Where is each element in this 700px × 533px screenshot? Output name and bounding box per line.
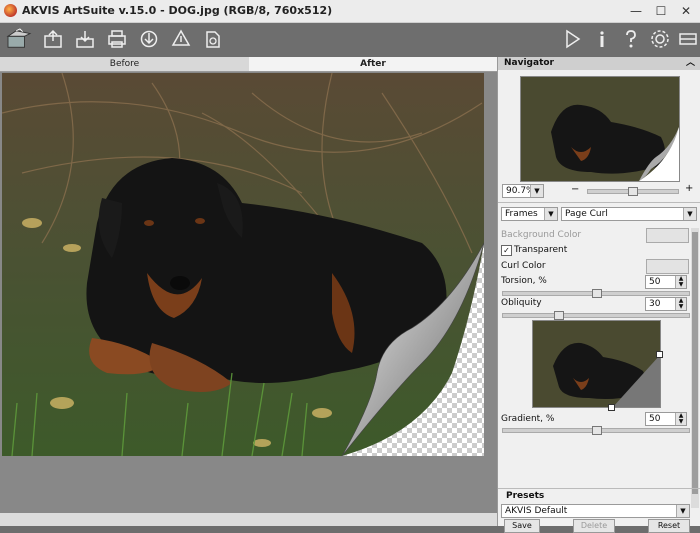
open-icon[interactable] [41, 27, 65, 51]
background-color-label: Background Color [501, 230, 582, 240]
navigator-header: Navigator ︿ [498, 57, 700, 70]
navigator-preview[interactable] [520, 76, 680, 182]
chevron-down-icon: ▼ [544, 208, 557, 220]
plugin-icon[interactable] [201, 27, 225, 51]
zoom-field[interactable]: 90.7% ▼ [502, 184, 544, 198]
title-bar: AKVIS ArtSuite v.15.0 - DOG.jpg (RGB/8, … [0, 0, 700, 23]
curl-preview[interactable] [532, 320, 661, 408]
info-icon[interactable] [590, 27, 614, 51]
presets-title: Presets [506, 491, 545, 501]
batch-icon[interactable] [169, 27, 193, 51]
window-title: AKVIS ArtSuite v.15.0 - DOG.jpg (RGB/8, … [22, 4, 333, 17]
zoom-slider[interactable] [587, 187, 679, 196]
gradient-input[interactable]: 50 ▲ ▼ [645, 412, 687, 426]
chevron-down-icon: ▼ [683, 208, 696, 220]
spin-arrows-icon[interactable]: ▲ ▼ [675, 298, 686, 310]
minimize-button[interactable]: — [628, 3, 644, 19]
background-color-swatch[interactable] [646, 228, 689, 243]
obliquity-slider[interactable] [502, 311, 690, 320]
tab-before[interactable]: Before [0, 57, 249, 71]
maximize-button[interactable]: ☐ [653, 3, 669, 19]
toolbar [0, 23, 700, 56]
gradient-slider[interactable] [502, 426, 690, 435]
zoom-in-button[interactable]: + [685, 183, 693, 194]
app-icon [4, 4, 17, 17]
collapse-chevron-icon[interactable]: ︿ [686, 57, 695, 70]
image-canvas[interactable] [2, 73, 484, 456]
print-icon[interactable] [105, 27, 129, 51]
right-panel: Navigator ︿ 90.7% ▼ − + Frames ▼ Page Curl… [497, 57, 700, 533]
save-preset-button[interactable]: Save [504, 519, 540, 533]
zoom-out-button[interactable]: − [571, 184, 579, 195]
run-icon[interactable] [560, 27, 584, 51]
collapse-icon[interactable] [676, 27, 700, 51]
transparent-checkbox[interactable]: ✓ [501, 245, 512, 256]
navigator-title: Navigator [504, 58, 554, 68]
share-icon[interactable] [137, 27, 161, 51]
spin-arrows-icon[interactable]: ▲ ▼ [675, 276, 686, 288]
curl-handle[interactable] [608, 404, 615, 411]
curl-color-label: Curl Color [501, 261, 546, 271]
torsion-input[interactable]: 50 ▲ ▼ [645, 275, 687, 289]
tab-after[interactable]: After [249, 57, 497, 71]
category-dropdown[interactable]: Frames ▼ [501, 207, 558, 221]
view-tabs: Before After [0, 57, 497, 72]
obliquity-label: Obliquity [501, 298, 542, 308]
curl-color-swatch[interactable] [646, 259, 689, 274]
horizontal-scrollbar[interactable] [0, 513, 497, 526]
save-icon[interactable] [73, 27, 97, 51]
settings-icon[interactable] [648, 27, 672, 51]
logo-icon[interactable] [4, 27, 34, 51]
effect-dropdown[interactable]: Page Curl ▼ [561, 207, 697, 221]
torsion-label: Torsion, % [501, 276, 547, 286]
vertical-scrollbar[interactable] [691, 228, 699, 508]
delete-preset-button[interactable]: Delete [573, 519, 615, 533]
transparent-label: Transparent [514, 245, 568, 255]
obliquity-input[interactable]: 30 ▲ ▼ [645, 297, 687, 311]
curl-handle[interactable] [656, 351, 663, 358]
close-button[interactable]: ✕ [678, 3, 694, 19]
help-icon[interactable] [619, 27, 643, 51]
torsion-slider[interactable] [502, 289, 690, 298]
gradient-label: Gradient, % [501, 414, 555, 424]
chevron-down-icon: ▼ [676, 505, 689, 517]
zoom-dropdown-icon[interactable]: ▼ [530, 185, 543, 197]
reset-preset-button[interactable]: Reset [648, 519, 690, 533]
spin-arrows-icon[interactable]: ▲ ▼ [675, 413, 686, 425]
presets-dropdown[interactable]: AKVIS Default ▼ [501, 504, 690, 518]
